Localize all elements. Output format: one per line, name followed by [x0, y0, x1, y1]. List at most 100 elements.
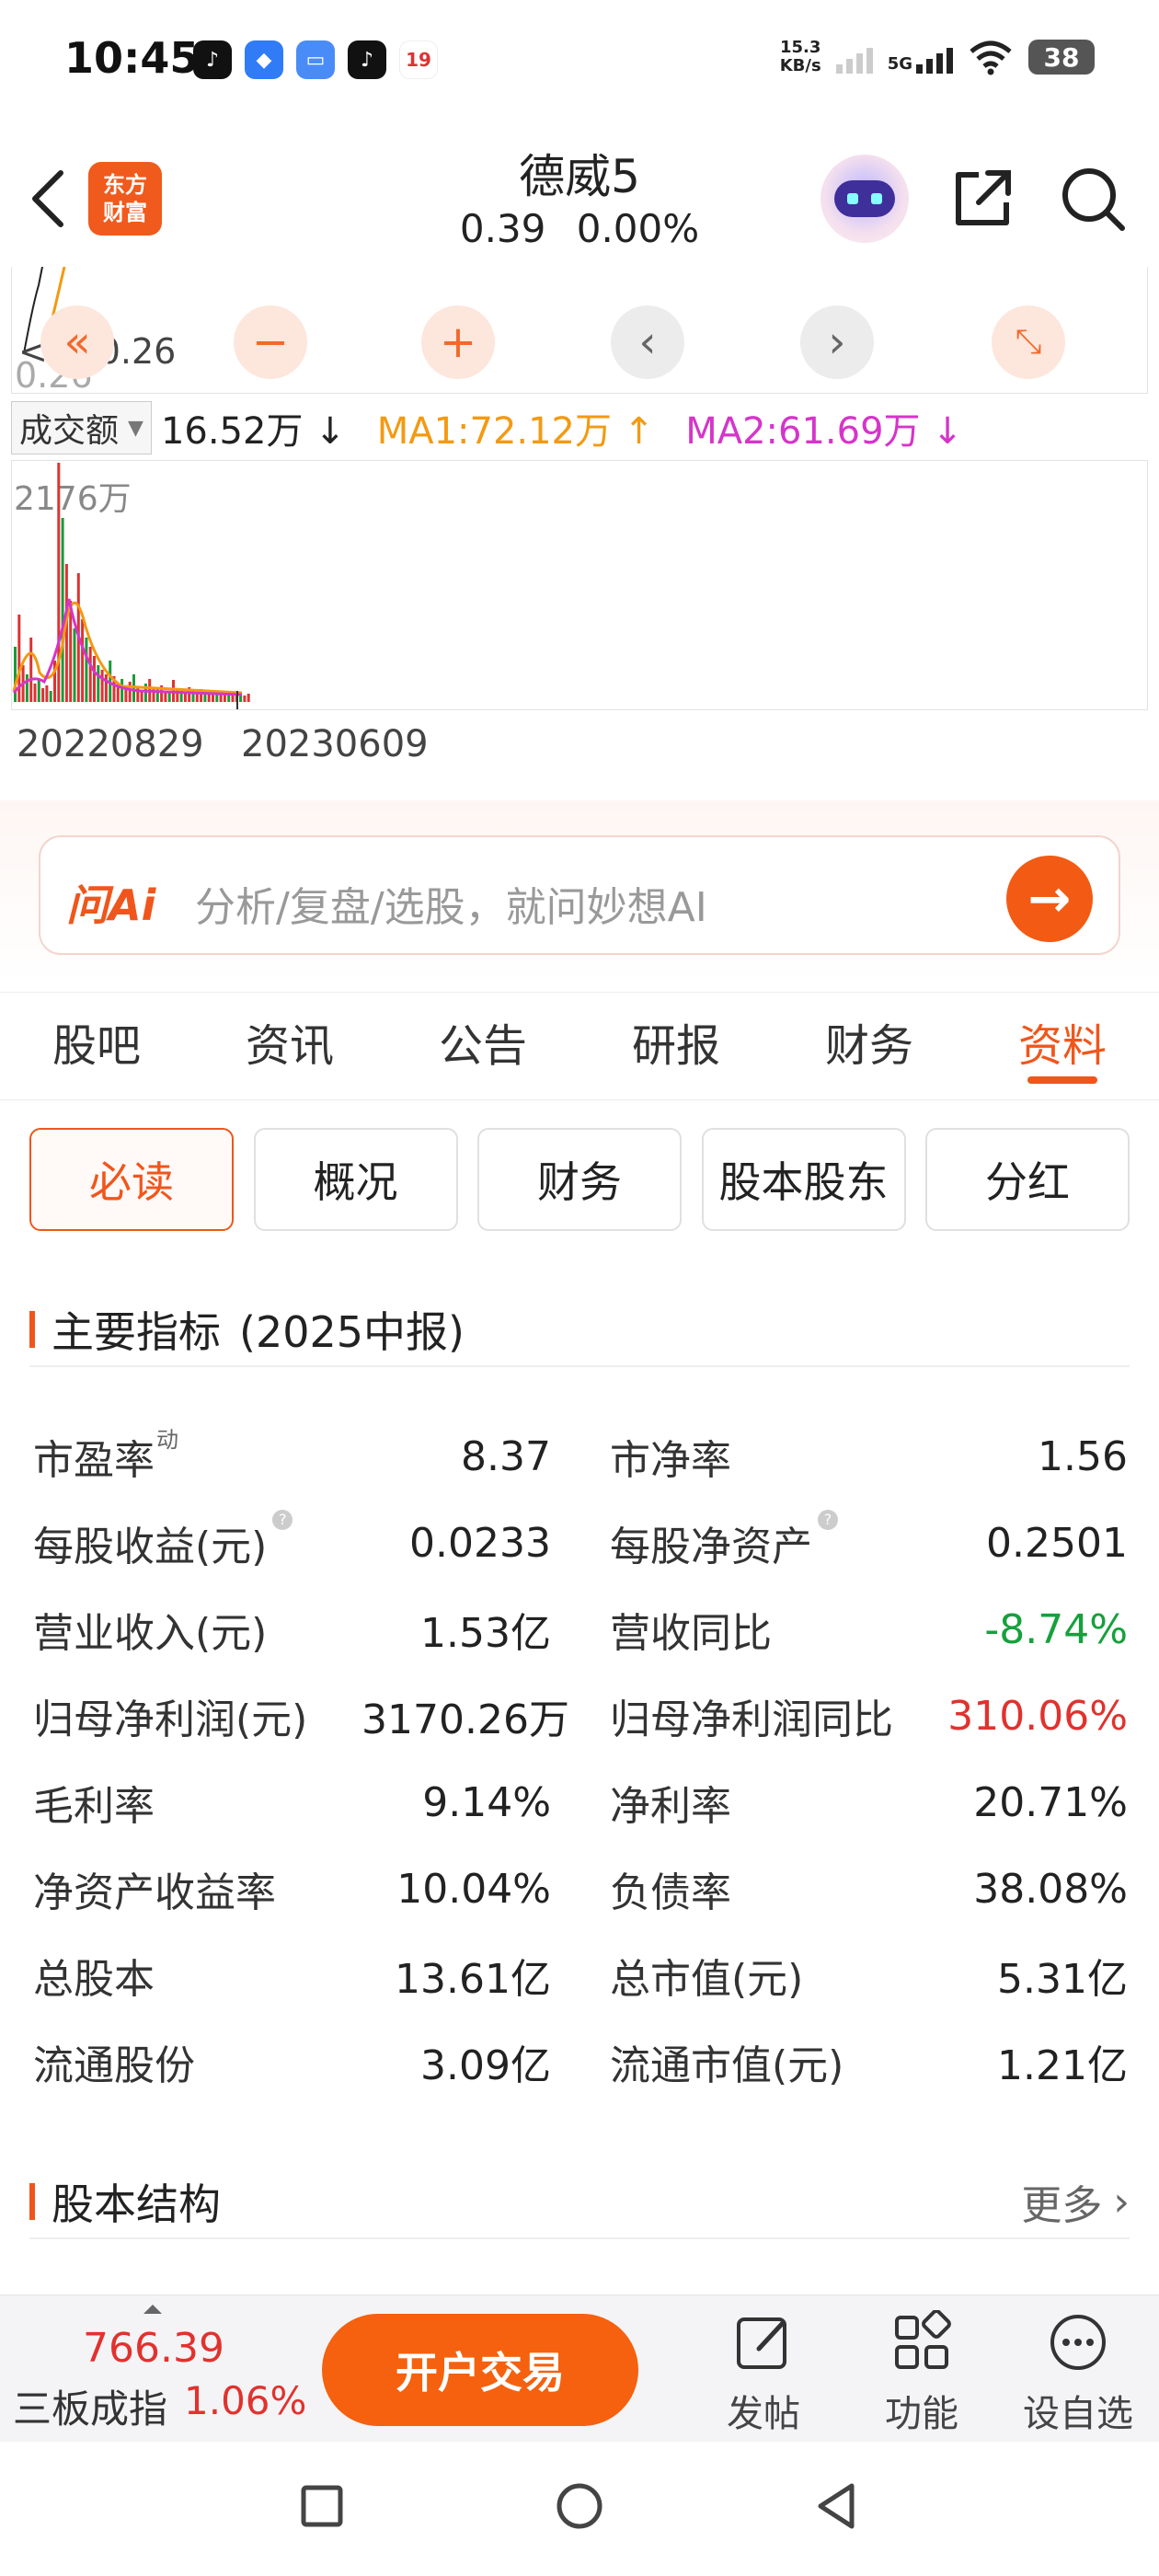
metric-value: 3170.26万 — [361, 1696, 569, 1743]
add-watchlist-button[interactable]: 设自选 — [1014, 2305, 1142, 2435]
battery-indicator: 38 — [1028, 40, 1095, 75]
back-triangle-icon[interactable] — [809, 2478, 865, 2534]
volume-bar — [37, 679, 40, 702]
prev-button[interactable]: ‹ — [611, 305, 684, 379]
tab-profile[interactable]: 资料 — [1005, 992, 1119, 1100]
share-icon[interactable] — [946, 162, 1019, 236]
signal-5g-icon: 5G — [888, 40, 953, 74]
tab-research[interactable]: 研报 — [619, 992, 733, 1100]
volume-bar — [152, 687, 155, 702]
volume-bar — [49, 691, 52, 702]
calendar-app-icon: 19 — [399, 40, 438, 79]
tab-announcements[interactable]: 公告 — [426, 992, 540, 1100]
capital-structure-header: 股本结构 更多 › — [29, 2166, 1130, 2239]
chevron-down-icon: ▼ — [128, 416, 143, 440]
metric-value: 3.09亿 — [420, 2042, 551, 2089]
help-icon[interactable]: ? — [272, 1510, 293, 1530]
search-icon[interactable] — [1056, 162, 1130, 236]
metric-value: 0.0233 — [409, 1519, 551, 1567]
metric-value: 38.08% — [973, 1865, 1128, 1913]
ma1-value: MA1:72.12万 ↑ — [376, 410, 655, 453]
status-time: 10:45 — [64, 33, 200, 83]
bottom-action-bar: 766.39 三板成指 1.06% 开户交易 发帖 功能 设自选 — [0, 2294, 1159, 2442]
tiktok-app-icon: ♪ — [193, 40, 232, 79]
volume-bar — [93, 656, 96, 702]
volume-value: 16.52万 ↓ — [160, 410, 346, 453]
functions-button[interactable]: 功能 — [857, 2305, 986, 2435]
subtab-shareholders[interactable]: 股本股东 — [701, 1128, 906, 1231]
ai-search-box[interactable]: 问Ai 分析/复盘/选股，就问妙想AI → — [39, 835, 1120, 955]
ai-robot-icon[interactable] — [820, 155, 909, 243]
volume-bar — [25, 674, 29, 702]
grid-icon — [895, 2309, 951, 2369]
volume-bar — [219, 695, 223, 702]
metric-value: 1.53亿 — [420, 1610, 551, 1657]
metric-value: 8.37 — [461, 1432, 551, 1480]
section-accent-bar — [29, 1311, 35, 1348]
square-app-icon: ▭ — [296, 40, 335, 79]
volume-indicator-select[interactable]: 成交额 ▼ — [11, 401, 152, 454]
network-speed: 15.3 KB/s — [779, 38, 821, 75]
expand-up-icon[interactable] — [143, 2305, 162, 2314]
ai-search-input[interactable]: 分析/复盘/选股，就问妙想AI — [195, 874, 707, 933]
volume-bar — [247, 694, 250, 702]
volume-bars — [12, 463, 250, 709]
date-start-label: 20220829 — [17, 723, 204, 765]
volume-bar — [14, 647, 17, 702]
metric-value: 1.56 — [1038, 1432, 1128, 1480]
ai-logo: 问Ai — [66, 880, 156, 930]
kline-chart-strip[interactable]: 0.26 <----0.26 « − + ‹ › ⤡ — [0, 267, 1159, 396]
help-icon[interactable]: ? — [818, 1510, 838, 1530]
volume-bar — [61, 518, 64, 702]
open-account-trade-button[interactable]: 开户交易 — [322, 2314, 638, 2426]
metric-row: 每股收益(元)? 0.0233 每股净资产? 0.2501 — [33, 1510, 1128, 1570]
metric-row: 市盈率动 8.37 市净率 1.56 — [33, 1427, 1128, 1484]
volume-bar — [243, 696, 247, 702]
volume-bar — [120, 679, 124, 702]
more-link[interactable]: 更多 › — [1021, 2172, 1130, 2231]
subtab-finance[interactable]: 财务 — [477, 1128, 682, 1231]
edit-icon — [737, 2317, 786, 2369]
volume-chart[interactable]: 2176万 — [11, 460, 1148, 710]
recents-square-icon[interactable] — [294, 2478, 350, 2534]
status-bar: 10:45 ♪ ◆ ▭ ♪ 19 15.3 KB/s 5G 38 — [0, 0, 1159, 120]
metric-value: 10.04% — [396, 1865, 551, 1913]
stock-header: 东方 财富 德威5 0.39 0.00% — [0, 129, 1159, 267]
metric-row: 营业收入(元) 1.53亿 营收同比 -8.74% — [33, 1586, 1128, 1673]
fast-back-button[interactable]: « — [40, 305, 114, 379]
kline-chart-frame — [11, 267, 1148, 394]
subtab-dividends[interactable]: 分红 — [925, 1128, 1130, 1231]
metric-row: 流通股份 3.09亿 流通市值(元) 1.21亿 — [33, 2018, 1128, 2105]
ma2-value: MA2:61.69万 ↓ — [685, 410, 963, 453]
section-accent-bar — [29, 2183, 35, 2220]
volume-bar — [183, 693, 187, 702]
index-name[interactable]: 三板成指 — [13, 2378, 167, 2434]
next-button[interactable]: › — [800, 305, 874, 379]
tab-news[interactable]: 资讯 — [233, 992, 347, 1100]
volume-bar — [33, 684, 37, 702]
fullscreen-button[interactable]: ⤡ — [992, 305, 1065, 379]
bird-app-icon: ◆ — [245, 40, 283, 79]
volume-bar — [81, 619, 85, 702]
index-value[interactable]: 766.39 — [83, 2325, 224, 2372]
profile-subtabs: 必读 概况 财务 股本股东 分红 — [29, 1128, 1130, 1231]
subtab-must-read[interactable]: 必读 — [29, 1128, 234, 1231]
system-navigation-bar — [0, 2442, 1159, 2576]
home-circle-icon[interactable] — [552, 2478, 607, 2534]
zoom-in-button[interactable]: + — [421, 305, 495, 379]
volume-bar — [97, 665, 100, 702]
tab-guba[interactable]: 股吧 — [40, 992, 154, 1100]
subtab-overview[interactable]: 概况 — [253, 1128, 458, 1231]
stock-change-pct: 0.00% — [576, 206, 700, 251]
post-button[interactable]: 发帖 — [699, 2305, 828, 2435]
metric-value: 5.31亿 — [997, 1956, 1128, 2003]
volume-bar — [167, 693, 171, 702]
metric-row: 总股本 13.61亿 总市值(元) 5.31亿 — [33, 1932, 1128, 2018]
metric-value: -8.74% — [984, 1605, 1128, 1653]
volume-bar — [100, 670, 104, 702]
volume-bar — [41, 688, 45, 702]
tab-finance[interactable]: 财务 — [812, 992, 926, 1100]
ma1-line — [12, 601, 243, 695]
arrow-right-icon[interactable]: → — [1006, 856, 1093, 942]
zoom-out-button[interactable]: − — [234, 305, 307, 379]
